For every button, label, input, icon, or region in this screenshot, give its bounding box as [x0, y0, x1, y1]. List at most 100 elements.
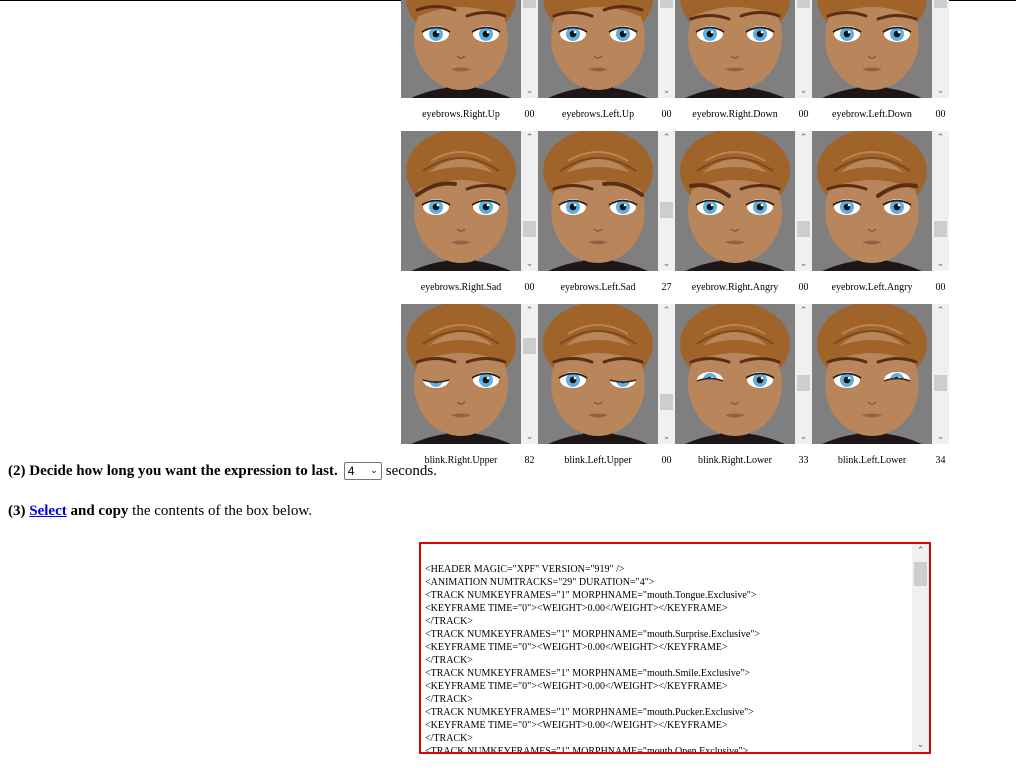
morph-row: ⌃⌄ ⌃⌄ ⌃⌄ [401, 131, 949, 271]
morph-value: 00 [935, 109, 946, 120]
morph-value: 00 [524, 109, 535, 120]
slider-thumb[interactable] [797, 0, 810, 9]
morph-value: 00 [798, 282, 809, 293]
morph-label-cell: eyebrows.Left.Up 00 [538, 109, 675, 120]
morph-slider[interactable]: ⌃⌄ [795, 304, 812, 444]
morph-value: 00 [661, 109, 672, 120]
morph-label-cell: eyebrows.Right.Sad 00 [401, 282, 538, 293]
slider-thumb[interactable] [523, 0, 536, 9]
morph-cell: ⌃⌄ [812, 0, 949, 98]
morph-name: eyebrows.Left.Up [561, 109, 635, 120]
scroll-down-icon[interactable]: ⌄ [795, 84, 812, 98]
morph-slider[interactable]: ⌃⌄ [658, 131, 675, 271]
morph-cell: ⌃⌄ [401, 304, 538, 444]
morph-value: 00 [524, 282, 535, 293]
scroll-down-icon[interactable]: ⌄ [658, 84, 675, 98]
slider-thumb[interactable] [523, 338, 536, 355]
scroll-up-icon[interactable]: ⌃ [521, 131, 538, 145]
morph-grid: ⌃⌄ ⌃⌄ ⌃⌄ [401, 0, 949, 477]
copy-step-number: (3) [8, 503, 26, 519]
morph-cell: ⌃⌄ [538, 131, 675, 271]
morph-value: 82 [524, 455, 535, 466]
morph-row: ⌃⌄ ⌃⌄ ⌃⌄ [401, 304, 949, 444]
morph-value: 00 [798, 109, 809, 120]
face-preview-image [538, 131, 658, 271]
scroll-up-icon[interactable]: ⌃ [658, 131, 675, 145]
morph-label-cell: eyebrow.Left.Angry 00 [812, 282, 949, 293]
face-preview-image [675, 131, 795, 271]
morph-name: blink.Left.Upper [564, 455, 632, 466]
scroll-up-icon[interactable]: ⌃ [795, 131, 812, 145]
scroll-down-icon[interactable]: ⌄ [521, 84, 538, 98]
slider-thumb[interactable] [660, 202, 673, 219]
scroll-up-icon[interactable]: ⌃ [795, 304, 812, 318]
scroll-down-icon[interactable]: ⌄ [932, 257, 949, 271]
morph-label-cell: eyebrow.Left.Down 00 [812, 109, 949, 120]
select-link[interactable]: Select [29, 503, 66, 519]
morph-slider[interactable]: ⌃⌄ [658, 0, 675, 98]
morph-slider[interactable]: ⌃⌄ [795, 0, 812, 98]
xml-scroll-thumb[interactable] [914, 562, 927, 586]
scroll-down-icon[interactable]: ⌄ [795, 430, 812, 444]
scroll-down-icon[interactable]: ⌄ [658, 257, 675, 271]
morph-slider[interactable]: ⌃⌄ [932, 0, 949, 98]
scroll-up-icon[interactable]: ⌃ [521, 304, 538, 318]
face-preview-image [401, 0, 521, 98]
morph-slider[interactable]: ⌃⌄ [658, 304, 675, 444]
xml-scrollbar[interactable]: ⌃ ⌄ [912, 544, 929, 752]
morph-label-row: eyebrows.Right.Sad 00 eyebrows.Left.Sad 27 e… [401, 271, 949, 304]
slider-thumb[interactable] [660, 393, 673, 410]
xml-output-textarea[interactable]: <HEADER MAGIC="XPF" VERSION="919" /> <AN… [419, 542, 931, 754]
morph-name: blink.Left.Lower [837, 455, 907, 466]
morph-row: ⌃⌄ ⌃⌄ ⌃⌄ [401, 0, 949, 98]
morph-cell: ⌃⌄ [812, 304, 949, 444]
morph-value: 27 [661, 282, 672, 293]
scroll-down-icon[interactable]: ⌄ [912, 740, 929, 750]
morph-slider[interactable]: ⌃⌄ [521, 131, 538, 271]
morph-slider[interactable]: ⌃⌄ [932, 131, 949, 271]
morph-cell: ⌃⌄ [538, 0, 675, 98]
slider-thumb[interactable] [797, 375, 810, 392]
scroll-down-icon[interactable]: ⌄ [932, 84, 949, 98]
scroll-up-icon[interactable]: ⌃ [912, 546, 929, 556]
scroll-down-icon[interactable]: ⌄ [521, 257, 538, 271]
morph-label-row: blink.Right.Upper 82 blink.Left.Upper 00 bli… [401, 444, 949, 477]
scroll-down-icon[interactable]: ⌄ [658, 430, 675, 444]
scroll-up-icon[interactable]: ⌃ [658, 304, 675, 318]
morph-value: 00 [661, 455, 672, 466]
morph-slider[interactable]: ⌃⌄ [521, 304, 538, 444]
morph-name: eyebrow.Right.Angry [691, 282, 779, 293]
morph-value: 34 [935, 455, 946, 466]
scroll-down-icon[interactable]: ⌄ [521, 430, 538, 444]
morph-slider[interactable]: ⌃⌄ [932, 304, 949, 444]
scroll-up-icon[interactable]: ⌃ [932, 131, 949, 145]
face-preview-image [812, 0, 932, 98]
scroll-down-icon[interactable]: ⌄ [795, 257, 812, 271]
morph-label-cell: eyebrow.Right.Angry 00 [675, 282, 812, 293]
scroll-down-icon[interactable]: ⌄ [932, 430, 949, 444]
slider-thumb[interactable] [934, 220, 947, 237]
duration-unit: seconds. [385, 462, 437, 479]
face-preview-image [401, 304, 521, 444]
scroll-up-icon[interactable]: ⌃ [932, 304, 949, 318]
morph-slider[interactable]: ⌃⌄ [521, 0, 538, 98]
slider-thumb[interactable] [934, 0, 947, 9]
duration-select[interactable]: 4 ⌄ [343, 462, 382, 480]
morph-cell: ⌃⌄ [401, 131, 538, 271]
slider-thumb[interactable] [660, 0, 673, 9]
morph-name: eyebrow.Right.Down [692, 109, 778, 120]
slider-thumb[interactable] [797, 220, 810, 237]
morph-cell: ⌃⌄ [675, 131, 812, 271]
face-preview-image [675, 0, 795, 98]
morph-label-cell: eyebrows.Right.Up 00 [401, 109, 538, 120]
morph-label-cell: eyebrows.Left.Sad 27 [538, 282, 675, 293]
morph-label-cell: blink.Right.Lower 33 [675, 455, 812, 466]
face-preview-image [538, 0, 658, 98]
duration-value: 4 [347, 464, 355, 478]
morph-label-cell: eyebrow.Right.Down 00 [675, 109, 812, 120]
morph-slider[interactable]: ⌃⌄ [795, 131, 812, 271]
slider-thumb[interactable] [934, 375, 947, 392]
slider-thumb[interactable] [523, 220, 536, 237]
face-preview-image [401, 131, 521, 271]
duration-prompt: (2) Decide how long you want the express… [8, 462, 338, 479]
